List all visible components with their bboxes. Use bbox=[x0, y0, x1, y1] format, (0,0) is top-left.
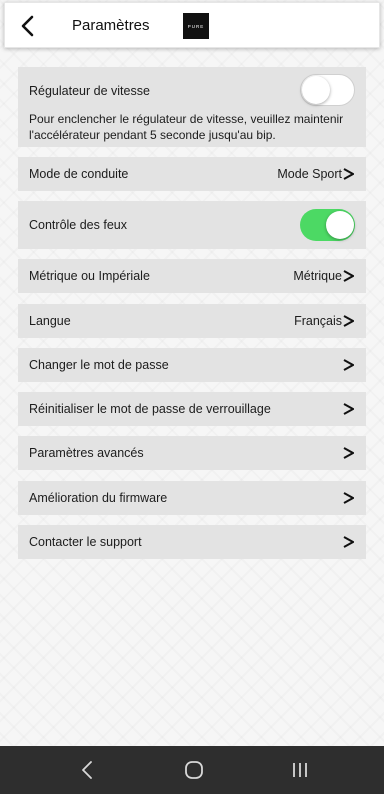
row-advanced-settings[interactable]: Paramètres avancés bbox=[18, 436, 366, 470]
light-control-toggle[interactable] bbox=[300, 209, 355, 241]
system-nav-bar bbox=[0, 746, 384, 794]
row-label: Métrique ou Impériale bbox=[29, 269, 150, 283]
row-value: Français bbox=[294, 314, 342, 328]
row-language[interactable]: Langue Français bbox=[18, 304, 366, 338]
cruise-control-toggle[interactable] bbox=[300, 74, 355, 106]
row-label: Paramètres avancés bbox=[29, 446, 144, 460]
cruise-control-description: Pour enclencher le régulateur de vitesse… bbox=[29, 112, 344, 142]
row-label: Langue bbox=[29, 314, 71, 328]
toggle-knob bbox=[302, 75, 330, 104]
row-firmware-update[interactable]: Amélioration du firmware bbox=[18, 481, 366, 515]
back-icon bbox=[82, 761, 92, 779]
nav-back-button[interactable] bbox=[75, 758, 99, 782]
row-label: Changer le mot de passe bbox=[29, 358, 169, 372]
chevron-right-icon bbox=[343, 535, 355, 549]
chevron-right-icon bbox=[343, 491, 355, 505]
brand-logo: PURE bbox=[183, 13, 209, 39]
row-units[interactable]: Métrique ou Impériale Métrique bbox=[18, 259, 366, 293]
row-value: Métrique bbox=[293, 269, 342, 283]
chevron-right-icon bbox=[343, 446, 355, 460]
row-change-password[interactable]: Changer le mot de passe bbox=[18, 348, 366, 382]
row-label: Mode de conduite bbox=[29, 167, 129, 181]
row-label: Amélioration du firmware bbox=[29, 491, 168, 505]
nav-recent-apps-button[interactable] bbox=[288, 758, 312, 782]
row-light-control: Contrôle des feux bbox=[18, 201, 366, 249]
row-contact-support[interactable]: Contacter le support bbox=[18, 525, 366, 559]
chevron-right-icon bbox=[343, 269, 355, 283]
chevron-right-icon bbox=[343, 314, 355, 328]
home-icon bbox=[185, 761, 203, 779]
row-value: Mode Sport bbox=[277, 167, 342, 181]
chevron-right-icon bbox=[343, 402, 355, 416]
chevron-left-icon bbox=[21, 15, 34, 37]
back-button[interactable] bbox=[13, 12, 41, 40]
nav-home-button[interactable] bbox=[182, 758, 206, 782]
row-cruise-control: Régulateur de vitesse Pour enclencher le… bbox=[18, 67, 366, 147]
recent-apps-icon bbox=[293, 763, 307, 777]
brand-logo-text: PURE bbox=[187, 23, 205, 29]
row-label: Réinitialiser le mot de passe de verroui… bbox=[29, 402, 271, 416]
app-header: Paramètres PURE bbox=[4, 2, 380, 48]
toggle-knob bbox=[325, 211, 354, 239]
row-reset-lock-password[interactable]: Réinitialiser le mot de passe de verroui… bbox=[18, 392, 366, 426]
page-title: Paramètres bbox=[72, 17, 150, 34]
row-label: Contacter le support bbox=[29, 535, 142, 549]
chevron-right-icon bbox=[343, 358, 355, 372]
chevron-right-icon bbox=[343, 167, 355, 181]
row-drive-mode[interactable]: Mode de conduite Mode Sport bbox=[18, 157, 366, 191]
